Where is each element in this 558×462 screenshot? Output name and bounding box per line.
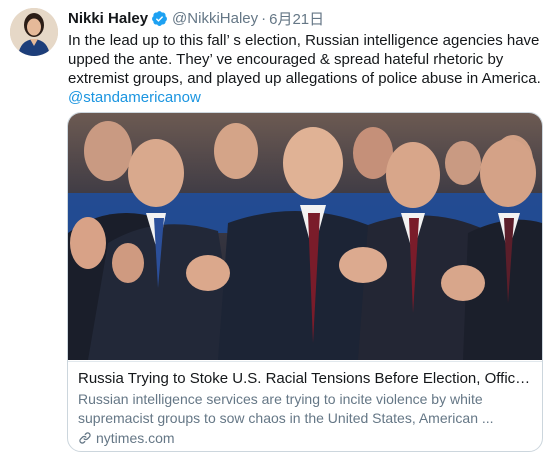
author-handle[interactable]: @NikkiHaley bbox=[172, 10, 258, 27]
link-icon bbox=[79, 432, 91, 444]
tweet: Nikki Haley @NikkiHaley · 6月21日 In the l… bbox=[0, 0, 558, 462]
verified-badge-icon bbox=[152, 11, 167, 26]
tweet-body: In the lead up to this fall’ s election,… bbox=[68, 32, 541, 87]
card-description: Russian intelligence services are trying… bbox=[78, 391, 494, 426]
avatar[interactable] bbox=[10, 8, 58, 56]
card-body: Russia Trying to Stoke U.S. Racial Tensi… bbox=[68, 361, 542, 451]
tweet-date[interactable]: 6月21日 bbox=[269, 8, 324, 29]
tweet-header: Nikki Haley @NikkiHaley · 6月21日 bbox=[68, 8, 324, 29]
card-image bbox=[68, 113, 542, 360]
separator-dot: · bbox=[261, 10, 267, 27]
author-name[interactable]: Nikki Haley bbox=[68, 10, 148, 27]
tweet-text: In the lead up to this fall’ s election,… bbox=[68, 31, 546, 107]
card-title[interactable]: Russia Trying to Stoke U.S. Racial Tensi… bbox=[78, 369, 533, 389]
card-domain[interactable]: nytimes.com bbox=[78, 430, 175, 446]
card-domain-text: nytimes.com bbox=[96, 430, 175, 446]
avatar-photo bbox=[10, 8, 58, 56]
link-card[interactable]: Russia Trying to Stoke U.S. Racial Tensi… bbox=[67, 112, 543, 452]
mention-link[interactable]: @standamericanow bbox=[68, 89, 201, 106]
